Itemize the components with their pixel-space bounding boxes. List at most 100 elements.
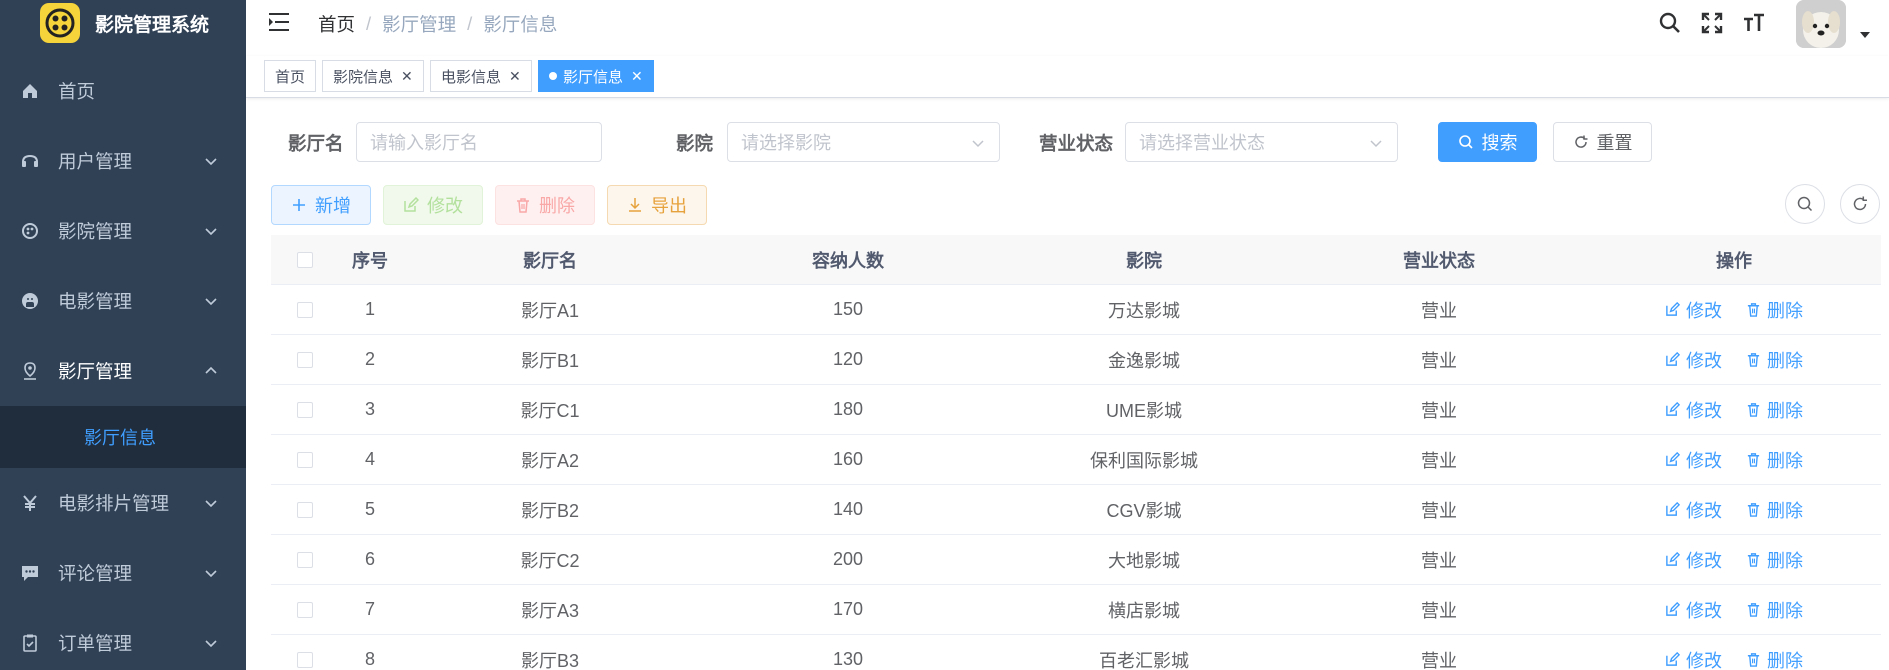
row-edit-button[interactable]: 修改 [1665,497,1722,523]
status-select[interactable]: 请选择营业状态 [1125,122,1398,162]
row-delete-button[interactable]: 删除 [1746,497,1803,523]
search-icon[interactable] [1658,11,1682,35]
row-edit-button[interactable]: 修改 [1665,647,1722,670]
row-checkbox[interactable] [297,501,313,518]
cell-status: 营业 [1421,600,1457,621]
row-checkbox[interactable] [297,651,313,668]
select-all-checkbox[interactable] [297,251,313,268]
row-edit-button[interactable]: 修改 [1665,297,1722,323]
hall-name-input[interactable]: 请输入影厅名 [356,122,602,162]
sidebar-item-label: 电影排片管理 [58,493,170,514]
hamburger-icon[interactable] [268,12,290,32]
table-row: 5 影厅B2 140 CGV影城 营业 修改 删除 [271,485,1881,535]
sidebar-item-movies[interactable]: 电影管理 [0,266,246,336]
cell-hall-name: 影厅A2 [520,450,580,471]
add-button[interactable]: 新增 [271,185,371,225]
edit-icon [1666,652,1680,666]
cell-actions: 修改 删除 [1587,597,1881,623]
row-checkbox[interactable] [297,301,313,318]
col-header: 影院 [1126,250,1162,271]
sidebar-item-label: 影厅管理 [58,361,133,382]
export-button[interactable]: 导出 [607,185,707,225]
row-edit-button[interactable]: 修改 [1665,397,1722,423]
toggle-search-button[interactable] [1785,184,1825,224]
refresh-icon [1574,135,1587,148]
sidebar: 影院管理系统 首页 用户管理 影院管理 电影管理 影厅管理 影厅信息 电影排片管… [0,0,246,670]
sidebar-item-label: 首页 [58,81,96,102]
search-icon [1797,196,1813,212]
row-edit-button[interactable]: 修改 [1665,447,1722,473]
edit-icon [1666,352,1680,366]
logo[interactable]: 影院管理系统 [0,0,246,46]
cell-capacity: 160 [832,449,864,469]
sidebar-item-label: 订单管理 [58,633,133,654]
cell-status: 营业 [1421,450,1457,471]
logo-icon [40,3,80,43]
search-button[interactable]: 搜索 [1438,122,1537,162]
sidebar-item-home[interactable]: 首页 [0,56,246,126]
tag-movie-info[interactable]: 电影信息 ✕ [430,60,532,92]
row-edit-button[interactable]: 修改 [1665,597,1722,623]
cinema-select[interactable]: 请选择影院 [727,122,1000,162]
edit-icon [1666,452,1680,466]
tag-home[interactable]: 首页 [264,60,317,92]
chevron-down-icon [205,158,217,166]
cell-cinema: CGV影城 [1106,500,1182,521]
row-checkbox[interactable] [297,451,313,468]
sidebar-item-orders[interactable]: 订单管理 [0,608,246,670]
close-icon[interactable]: ✕ [509,68,521,85]
cell-actions: 修改 删除 [1587,447,1881,473]
sidebar-subitem-hall-info[interactable]: 影厅信息 [0,406,246,468]
sidebar-item-comments[interactable]: 评论管理 [0,538,246,608]
row-checkbox[interactable] [297,351,313,368]
row-edit-button[interactable]: 修改 [1665,347,1722,373]
yen-icon [20,493,40,513]
cell-index: 5 [364,499,375,519]
cell-index: 2 [364,349,375,369]
row-delete-button[interactable]: 删除 [1746,447,1803,473]
fullscreen-icon[interactable] [1700,11,1724,35]
breadcrumb-item[interactable]: 首页 [318,11,355,37]
cell-status: 营业 [1421,300,1457,321]
caret-down-icon[interactable] [1860,32,1870,38]
row-delete-button[interactable]: 删除 [1746,647,1803,670]
font-size-icon[interactable] [1742,11,1766,35]
col-header: 序号 [352,250,388,271]
cell-hall-name: 影厅B1 [520,350,580,371]
cell-capacity: 170 [832,599,864,619]
reset-button[interactable]: 重置 [1553,122,1652,162]
sidebar-item-schedule[interactable]: 电影排片管理 [0,468,246,538]
cell-actions: 修改 删除 [1587,397,1881,423]
delete-button[interactable]: 删除 [495,185,595,225]
close-icon[interactable]: ✕ [401,68,413,85]
chevron-up-icon [205,366,217,374]
sidebar-item-cinema[interactable]: 影院管理 [0,196,246,266]
cell-hall-name: 影厅B3 [520,650,580,670]
row-delete-button[interactable]: 删除 [1746,297,1803,323]
row-checkbox[interactable] [297,401,313,418]
cell-cinema: 保利国际影城 [1090,450,1198,471]
cell-capacity: 140 [832,499,864,519]
row-delete-button[interactable]: 删除 [1746,547,1803,573]
table-row: 4 影厅A2 160 保利国际影城 营业 修改 删除 [271,435,1881,485]
row-checkbox[interactable] [297,551,313,568]
avatar[interactable] [1796,0,1846,48]
tag-hall-info[interactable]: 影厅信息 ✕ [538,60,654,92]
tag-cinema-info[interactable]: 影院信息 ✕ [322,60,424,92]
sidebar-item-users[interactable]: 用户管理 [0,126,246,196]
cell-status: 营业 [1421,500,1457,521]
breadcrumb-item[interactable]: 影厅管理 [382,11,456,37]
row-edit-button[interactable]: 修改 [1665,547,1722,573]
cell-index: 6 [364,549,375,569]
app-title: 影院管理系统 [95,14,210,36]
row-delete-button[interactable]: 删除 [1746,397,1803,423]
table-row: 2 影厅B1 120 金逸影城 营业 修改 删除 [271,335,1881,385]
row-delete-button[interactable]: 删除 [1746,597,1803,623]
close-icon[interactable]: ✕ [631,68,643,85]
edit-button[interactable]: 修改 [383,185,483,225]
sidebar-item-halls[interactable]: 影厅管理 [0,336,246,406]
refresh-button[interactable] [1840,184,1880,224]
row-checkbox[interactable] [297,601,313,618]
cell-cinema: 大地影城 [1108,550,1180,571]
row-delete-button[interactable]: 删除 [1746,347,1803,373]
